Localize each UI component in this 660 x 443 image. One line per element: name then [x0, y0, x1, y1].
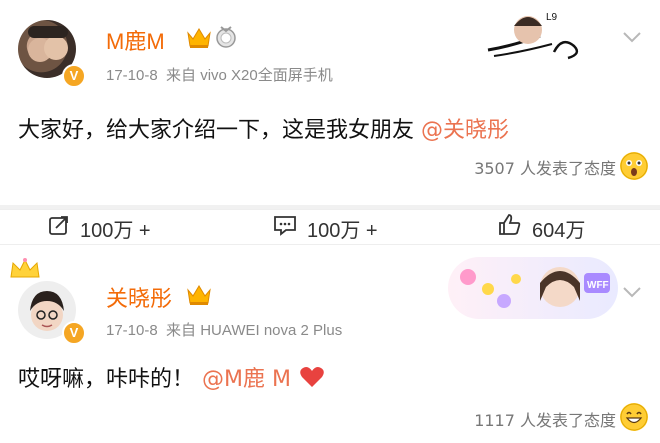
repost-count: 100万 + [80, 219, 151, 242]
surprised-emoji-icon [620, 152, 648, 180]
medal-icon [215, 25, 237, 53]
author-name[interactable]: 关晓彤 [106, 281, 172, 313]
heart-icon [299, 365, 325, 389]
post-source: 来自 vivo X20全面屏手机 [166, 67, 333, 84]
author-name[interactable]: M鹿M [106, 24, 165, 56]
crown-icon [186, 283, 212, 311]
like-icon [498, 213, 532, 243]
post-text-body: 哎呀嘛，咔咔的！ [18, 367, 195, 392]
post-text-body: 大家好，给大家介绍一下，这是我女朋友 [18, 118, 415, 143]
mention-link[interactable]: @M鹿 M [202, 361, 291, 393]
svg-text:WFF: WFF [587, 280, 609, 291]
repost-button[interactable]: 100万 + [48, 214, 151, 242]
verified-badge: V [62, 321, 86, 345]
repost-icon [48, 214, 80, 242]
comment-button[interactable]: 100万 + [273, 214, 378, 242]
like-button[interactable]: 604万 [498, 213, 586, 243]
action-bar: 100万 + 100万 + 604万 [0, 209, 660, 245]
grin-emoji-icon [620, 403, 648, 431]
post-card-2: V 关晓彤 17-10-8 来自 HUAWEI nova 2 Plus WFF … [0, 243, 660, 443]
mention-link[interactable]: @关晓彤 [421, 118, 509, 143]
reaction-summary[interactable]: 1117 人发表了态度 [474, 407, 616, 431]
post-card-1: V M鹿M 17-10-8 来自 vivo X20全面屏手机 L9 大家好，给大… [0, 0, 660, 205]
avatar-crown-decoration [8, 257, 42, 285]
post-time: 17-10-8 [106, 322, 158, 339]
comment-count: 100万 + [307, 219, 378, 242]
post-meta: 17-10-8 来自 vivo X20全面屏手机 [106, 64, 333, 85]
card-decoration: WFF [448, 257, 618, 319]
post-meta: 17-10-8 来自 HUAWEI nova 2 Plus [106, 319, 342, 340]
post-source: 来自 HUAWEI nova 2 Plus [166, 322, 343, 339]
post-time: 17-10-8 [106, 67, 158, 84]
crown-icon [186, 26, 212, 54]
reaction-summary[interactable]: 3507 人发表了态度 [474, 155, 616, 179]
chevron-down-icon[interactable] [622, 283, 642, 302]
svg-text:L9: L9 [546, 12, 558, 23]
comment-icon [273, 214, 307, 242]
post-text: 哎呀嘛，咔咔的！ @M鹿 M [18, 361, 325, 393]
like-count: 604万 [532, 219, 586, 242]
card-decoration: L9 [482, 6, 592, 66]
post-text: 大家好，给大家介绍一下，这是我女朋友 @关晓彤 [18, 112, 509, 144]
verified-badge: V [62, 64, 86, 88]
chevron-down-icon[interactable] [622, 28, 642, 47]
